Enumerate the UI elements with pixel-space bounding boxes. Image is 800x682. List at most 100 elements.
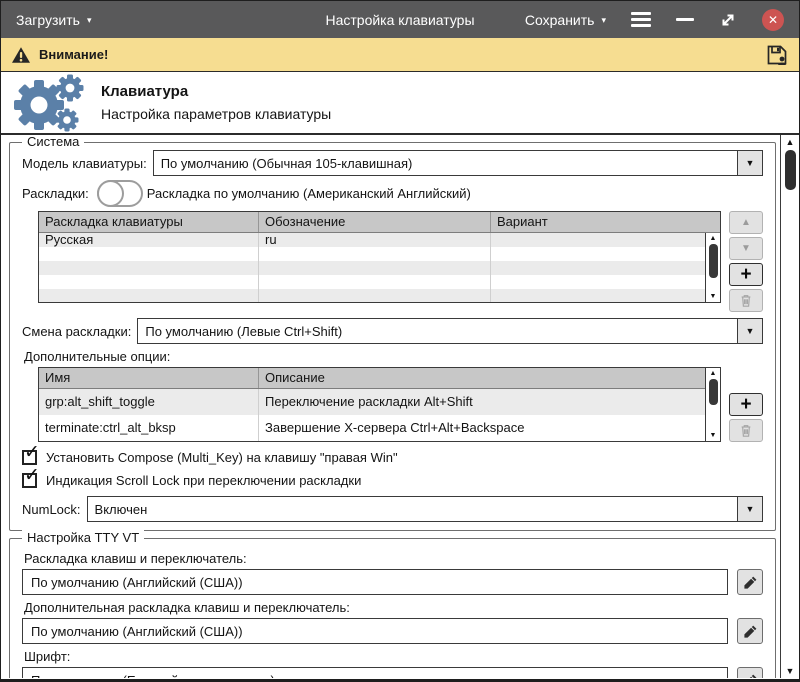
- tty-alt-layout-label: Дополнительная раскладка клавиш и перекл…: [24, 600, 763, 615]
- system-fieldset-legend: Система: [22, 135, 84, 149]
- gears-icon: [9, 74, 85, 132]
- layout-switch-label: Смена раскладки:: [22, 324, 137, 339]
- tty-font-label: Шрифт:: [24, 649, 763, 664]
- move-down-button[interactable]: ▼: [729, 237, 763, 260]
- keyboard-settings-window: Загрузить ▾ Настройка клавиатуры Сохрани…: [0, 0, 800, 682]
- col-description: Описание: [259, 368, 720, 388]
- layout-table-header: Раскладка клавиатуры Обозначение Вариант: [39, 212, 720, 233]
- trash-icon: [739, 293, 753, 308]
- options-table[interactable]: Имя Описание grp:alt_shift_toggle Перекл…: [38, 367, 721, 442]
- options-table-buttons: +: [729, 367, 763, 442]
- load-menu-button[interactable]: Загрузить ▾: [16, 12, 91, 28]
- scroll-down-icon[interactable]: ▼: [710, 432, 717, 439]
- trash-icon: [739, 423, 753, 438]
- edit-button[interactable]: [737, 618, 763, 644]
- title-bar: Загрузить ▾ Настройка клавиатуры Сохрани…: [1, 1, 799, 38]
- extra-options-label: Дополнительные опции:: [24, 349, 763, 364]
- warning-bar: Внимание!: [1, 38, 799, 72]
- compose-checkbox-row[interactable]: ✓ Установить Compose (Multi_Key) на клав…: [22, 450, 763, 465]
- layouts-toggle-switch[interactable]: [97, 180, 143, 207]
- scrolllock-checkbox-row[interactable]: ✓ Индикация Scroll Lock при переключении…: [22, 473, 763, 488]
- layout-switch-value: По умолчанию (Левые Ctrl+Shift): [138, 319, 737, 343]
- scrolllock-checkbox-label: Индикация Scroll Lock при переключении р…: [46, 473, 361, 488]
- tty-layout-row: По умолчанию (Английский (США)): [22, 569, 763, 595]
- compose-checkbox-label: Установить Compose (Multi_Key) на клавиш…: [46, 450, 398, 465]
- move-up-button[interactable]: ▲: [729, 211, 763, 234]
- save-menu-button[interactable]: Сохранить ▾: [525, 12, 606, 28]
- warning-text: Внимание!: [39, 47, 108, 62]
- scroll-down-icon[interactable]: ▼: [786, 666, 795, 676]
- layout-switch-row: Смена раскладки: По умолчанию (Левые Ctr…: [22, 318, 763, 344]
- layout-switch-select[interactable]: По умолчанию (Левые Ctrl+Shift) ▼: [137, 318, 763, 344]
- edit-button[interactable]: [737, 569, 763, 595]
- edit-button[interactable]: [737, 667, 763, 678]
- dropdown-arrow-icon[interactable]: ▼: [737, 151, 762, 175]
- page-subtitle: Настройка параметров клавиатуры: [101, 106, 331, 122]
- toggle-knob: [97, 180, 124, 207]
- tty-fieldset-legend: Настройка TTY VT: [22, 530, 144, 545]
- window-scrollbar[interactable]: ▲ ▼: [780, 135, 799, 678]
- keyboard-model-value: По умолчанию (Обычная 105-клавишная): [154, 151, 737, 175]
- table-row[interactable]: terminate:ctrl_alt_bksp Завершение X-сер…: [39, 415, 720, 441]
- table-row-empty: [39, 247, 720, 261]
- scrollbar-thumb[interactable]: [785, 150, 796, 190]
- add-option-button[interactable]: +: [729, 393, 763, 416]
- scrollbar-thumb[interactable]: [709, 244, 718, 278]
- tty-alt-layout-field[interactable]: По умолчанию (Английский (США)): [22, 618, 728, 644]
- save-file-icon[interactable]: [765, 43, 789, 67]
- tty-font-field[interactable]: По умолчанию (Европейская латинская): [22, 667, 728, 678]
- tty-layout-field[interactable]: По умолчанию (Английский (США)): [22, 569, 728, 595]
- table-row[interactable]: Русская ru: [39, 233, 720, 247]
- table-row-empty: [39, 261, 720, 275]
- warning-triangle-icon: [11, 46, 31, 64]
- layouts-toggle-text: Раскладка по умолчанию (Американский Анг…: [145, 186, 477, 201]
- checkbox-checked-icon[interactable]: ✓: [22, 473, 37, 488]
- numlock-row: NumLock: Включен ▼: [22, 496, 763, 522]
- scroll-up-icon[interactable]: ▲: [710, 235, 717, 242]
- col-variant: Вариант: [491, 212, 720, 232]
- scroll-up-icon[interactable]: ▲: [786, 137, 795, 147]
- load-menu-label: Загрузить: [16, 12, 80, 28]
- table-row[interactable]: grp:alt_shift_toggle Переключение раскла…: [39, 389, 720, 415]
- numlock-select[interactable]: Включен ▼: [87, 496, 763, 522]
- chevron-down-icon: ▾: [601, 14, 606, 25]
- options-table-header: Имя Описание: [39, 368, 720, 389]
- minimize-icon[interactable]: [676, 18, 694, 21]
- close-icon[interactable]: ✕: [762, 9, 784, 31]
- delete-layout-button[interactable]: [729, 289, 763, 312]
- chevron-down-icon: ▾: [87, 14, 92, 25]
- col-code: Обозначение: [259, 212, 491, 232]
- numlock-label: NumLock:: [22, 502, 87, 517]
- options-table-scrollbar[interactable]: ▲ ▼: [705, 368, 720, 441]
- tty-alt-layout-row: По умолчанию (Английский (США)): [22, 618, 763, 644]
- scroll-down-icon[interactable]: ▼: [710, 293, 717, 300]
- layout-table[interactable]: Раскладка клавиатуры Обозначение Вариант…: [38, 211, 721, 303]
- keyboard-model-select[interactable]: По умолчанию (Обычная 105-клавишная) ▼: [153, 150, 763, 176]
- table-row-empty: [39, 289, 720, 303]
- keyboard-model-row: Модель клавиатуры: По умолчанию (Обычная…: [22, 150, 763, 176]
- app-header: Клавиатура Настройка параметров клавиату…: [1, 72, 799, 135]
- tty-fieldset: Настройка TTY VT Раскладка клавиш и пере…: [9, 538, 776, 678]
- hamburger-menu-icon[interactable]: [631, 12, 651, 27]
- col-name: Имя: [39, 368, 259, 388]
- pencil-icon: [743, 624, 758, 639]
- scroll-up-icon[interactable]: ▲: [710, 370, 717, 377]
- scrollbar-thumb[interactable]: [709, 379, 718, 405]
- checkbox-checked-icon[interactable]: ✓: [22, 450, 37, 465]
- layout-table-scrollbar[interactable]: ▲ ▼: [705, 233, 720, 302]
- scroll-pane: Система Модель клавиатуры: По умолчанию …: [1, 135, 780, 678]
- layout-table-buttons: ▲ ▼ +: [729, 211, 763, 312]
- tty-layout-label: Раскладка клавиш и переключатель:: [24, 551, 763, 566]
- layout-table-row: Раскладка клавиатуры Обозначение Вариант…: [22, 211, 763, 312]
- table-row-empty: [39, 275, 720, 289]
- system-fieldset: Система Модель клавиатуры: По умолчанию …: [9, 142, 776, 531]
- add-layout-button[interactable]: +: [729, 263, 763, 286]
- pencil-icon: [743, 575, 758, 590]
- content-area: Система Модель клавиатуры: По умолчанию …: [1, 135, 799, 678]
- numlock-value: Включен: [88, 497, 737, 521]
- expand-icon[interactable]: [719, 11, 737, 29]
- layouts-toggle-row: Раскладки: Раскладка по умолчанию (Амери…: [22, 179, 763, 208]
- dropdown-arrow-icon[interactable]: ▼: [737, 497, 762, 521]
- delete-option-button[interactable]: [729, 419, 763, 442]
- dropdown-arrow-icon[interactable]: ▼: [737, 319, 762, 343]
